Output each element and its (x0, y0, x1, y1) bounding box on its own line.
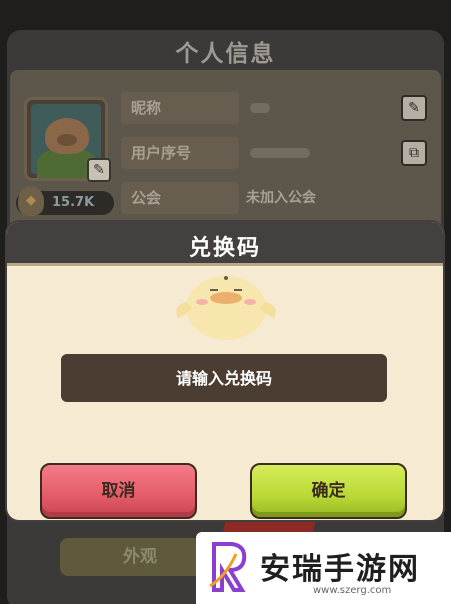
user-id-value-blurred (250, 148, 310, 158)
guild-label: 公会 (121, 182, 239, 214)
avatar-edit-icon: ✎ (87, 158, 111, 182)
profile-title: 个人信息 (175, 41, 276, 67)
confirm-button[interactable]: 确定 (250, 463, 407, 519)
watermark-url: www.szerg.com (313, 585, 392, 596)
copy-id-icon: ⧉ (401, 140, 427, 166)
watermark-logo-icon (209, 542, 247, 592)
guild-value: 未加入公会 (246, 190, 316, 206)
cancel-button[interactable]: 取消 (40, 463, 197, 519)
duck-mascot-icon (176, 276, 276, 340)
redeem-code-input[interactable] (61, 354, 387, 402)
nickname-label: 昵称 (121, 92, 239, 124)
dialog-title: 兑换码 (188, 236, 261, 261)
nickname-value-blurred (250, 103, 270, 113)
edit-nickname-icon: ✎ (401, 95, 427, 121)
watermark-text: 安瑞手游网 (260, 552, 420, 587)
user-id-label: 用户序号 (121, 137, 239, 169)
power-icon: ◆ (18, 186, 44, 216)
